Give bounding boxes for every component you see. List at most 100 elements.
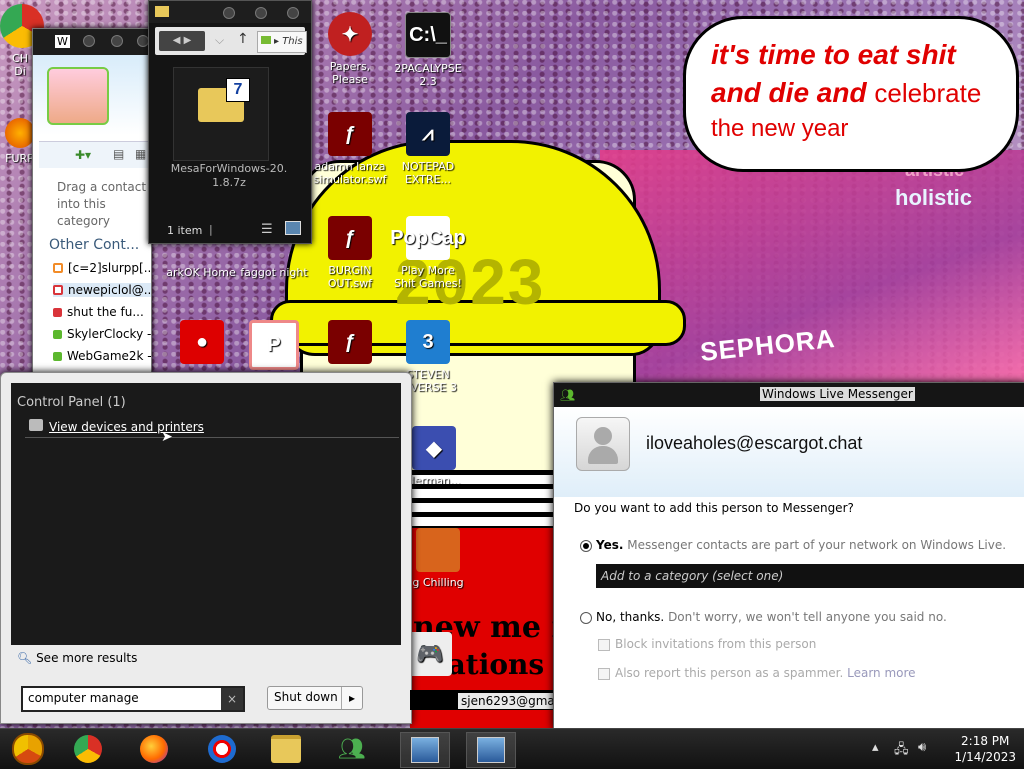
layout-icon[interactable]: ▤ bbox=[113, 147, 124, 161]
taskbar-chrome[interactable] bbox=[64, 732, 112, 766]
menu-icon[interactable]: ▦ bbox=[135, 147, 146, 161]
list-item[interactable]: WebGame2k - bbox=[53, 349, 151, 363]
desktop-icon-2pacalypse[interactable]: C:\_ 2PACALYPSE 2.3 bbox=[390, 12, 466, 88]
report-checkbox[interactable] bbox=[598, 668, 610, 680]
file-item[interactable]: 7 bbox=[173, 67, 269, 161]
desktop-icon-p[interactable]: P bbox=[236, 320, 312, 374]
large-icons-view-icon[interactable] bbox=[285, 221, 301, 235]
chrome-canary-icon bbox=[12, 733, 44, 765]
chrome-icon bbox=[74, 735, 102, 763]
no-radio[interactable] bbox=[580, 612, 592, 624]
desktop-icon-label: Play More Shit Games! bbox=[394, 264, 462, 290]
list-item[interactable]: SkylerClocky - bbox=[53, 327, 151, 341]
up-arrow-icon[interactable]: ↑ bbox=[237, 31, 249, 47]
window-titlebar[interactable]: W bbox=[33, 29, 151, 55]
bubble-line-3: the new year bbox=[711, 115, 849, 142]
address-bar[interactable]: ▸ This bbox=[257, 31, 307, 53]
search-query: computer manage bbox=[28, 691, 139, 705]
contact-name: shut the fu... bbox=[67, 305, 144, 319]
yes-radio[interactable] bbox=[580, 540, 592, 552]
contact-toolbar: ✚▾ ▤ ▦ bbox=[39, 141, 149, 168]
minimize-button[interactable] bbox=[83, 35, 95, 47]
taskbar-firefox[interactable] bbox=[130, 732, 178, 766]
back-forward-buttons[interactable]: ◀ ▶ bbox=[159, 31, 205, 51]
result-label: View devices and printers bbox=[49, 420, 204, 434]
desktop-icon-label: FURR bbox=[5, 152, 35, 165]
explorer-window: ◀ ▶ ⌵ ↑ ▸ This 7 MesaForWindows-20.1.8.7… bbox=[148, 0, 312, 244]
window-titlebar[interactable] bbox=[149, 1, 311, 23]
desktop-icon-notepad-extreme[interactable]: ⩘ NOTEPAD EXTRE... bbox=[390, 112, 466, 186]
list-item[interactable]: newepiclol@... bbox=[53, 283, 152, 297]
maximize-button[interactable] bbox=[255, 7, 267, 19]
taskbar-installer-1[interactable] bbox=[400, 732, 450, 768]
folder-icon bbox=[155, 6, 169, 17]
see-more-results-link[interactable]: 🔍︎ See more results bbox=[17, 651, 137, 665]
file-name: MesaForWindows-20.1.8.7z bbox=[170, 162, 288, 189]
desktop-icon-label: BURGIN OUT.swf bbox=[327, 264, 373, 290]
no-option-label[interactable]: No, thanks. Don't worry, we won't tell a… bbox=[596, 610, 947, 624]
flash-icon: ƒ bbox=[328, 112, 372, 156]
contact-address: iloveaholes@escargot.chat bbox=[646, 433, 863, 453]
app-icon bbox=[416, 528, 460, 572]
status-icon bbox=[53, 308, 62, 317]
category-select[interactable]: Add to a category (select one) bbox=[596, 564, 1024, 588]
bubble-line-2b: celebrate bbox=[874, 78, 982, 108]
block-checkbox[interactable] bbox=[598, 639, 610, 651]
taskbar-chrome-canary[interactable] bbox=[4, 732, 52, 766]
shutdown-options-arrow[interactable]: ▸ bbox=[341, 687, 362, 709]
desktop-icon-label: 2PACALYPSE 2.3 bbox=[394, 62, 462, 88]
report-label: Also report this person as a spammer. Le… bbox=[615, 666, 916, 680]
desktop-icon-papers-please[interactable]: ✦ Papers, Please bbox=[312, 12, 388, 86]
messenger-contact-list-window: W ✚▾ ▤ ▦ Drag a contact into this catego… bbox=[32, 28, 152, 375]
maximize-button[interactable] bbox=[111, 35, 123, 47]
bubble-line-1: it's time to eat shit bbox=[711, 39, 956, 70]
show-hidden-icons-button[interactable]: ▴ bbox=[872, 740, 879, 755]
window-title: Windows Live Messenger bbox=[760, 387, 915, 401]
network-icon[interactable]: 🖧︎ bbox=[894, 740, 909, 762]
desktop-icon-adamn-lanza[interactable]: ƒ adamn lanza simulator.swf bbox=[312, 112, 388, 186]
add-contact-icon[interactable]: ✚▾ bbox=[75, 148, 91, 162]
location-icon bbox=[261, 36, 271, 44]
desktop-icon-burgin-out[interactable]: ƒ BURGIN OUT.swf bbox=[312, 216, 388, 290]
minimize-button[interactable] bbox=[223, 7, 235, 19]
cmd-icon: C:\_ bbox=[405, 12, 451, 58]
desktop-icon-label: Papers, Please bbox=[329, 60, 371, 86]
clock-date: 1/14/2023 bbox=[954, 750, 1016, 764]
contact-avatar bbox=[576, 417, 630, 471]
contact-name: newepiclol@... bbox=[68, 283, 152, 297]
desktop-icon-label: adamn lanza simulator.swf bbox=[313, 160, 387, 186]
start-menu-search: Control Panel (1) View devices and print… bbox=[0, 372, 412, 724]
taskbar-file-explorer[interactable] bbox=[262, 732, 310, 766]
clear-search-button[interactable]: × bbox=[221, 688, 243, 710]
status-text: 1 item bbox=[167, 224, 203, 237]
breadcrumb: This bbox=[282, 36, 303, 47]
search-input[interactable]: computer manage × bbox=[21, 686, 245, 712]
search-result-item[interactable]: View devices and printers bbox=[25, 419, 399, 438]
taskbar-messenger[interactable]: 👥︎ bbox=[328, 732, 376, 766]
result-group-header: Control Panel (1) bbox=[17, 395, 126, 410]
list-item[interactable]: [c=2]slurpp[... bbox=[53, 261, 151, 275]
learn-more-link[interactable]: Learn more bbox=[847, 666, 915, 680]
taskbar-installer-2[interactable] bbox=[466, 732, 516, 768]
opera-icon bbox=[208, 735, 236, 763]
avatar[interactable] bbox=[47, 67, 109, 125]
shutdown-button[interactable]: Shut down ▸ bbox=[267, 686, 363, 710]
system-clock[interactable]: 2:18 PM 1/14/2023 bbox=[954, 733, 1016, 765]
desktop-icon-flash-3[interactable]: ƒ bbox=[312, 320, 388, 368]
yes-option-label[interactable]: Yes. Messenger contacts are part of your… bbox=[596, 538, 1006, 552]
email-tag: sjen6293@gmai bbox=[458, 693, 562, 709]
desktop-icon-label: derman... bbox=[407, 474, 461, 487]
details-view-icon[interactable]: ☰ bbox=[261, 222, 273, 237]
desktop-icon-red-creature[interactable]: ● bbox=[172, 320, 232, 368]
status-icon bbox=[53, 330, 62, 339]
desktop-icon-play-more[interactable]: PopCap Play More Shit Games! bbox=[390, 216, 466, 290]
flash-icon: ƒ bbox=[328, 320, 372, 364]
list-item[interactable]: shut the fu... bbox=[53, 305, 151, 319]
volume-icon[interactable]: 🔊︎ bbox=[918, 740, 926, 755]
window-titlebar[interactable]: 👥︎ Windows Live Messenger bbox=[554, 383, 1024, 407]
chevron-down-icon[interactable]: ⌵ bbox=[215, 33, 224, 48]
add-question: Do you want to add this person to Messen… bbox=[574, 501, 854, 515]
close-button[interactable] bbox=[287, 7, 299, 19]
taskbar-opera[interactable] bbox=[198, 732, 246, 766]
category-header[interactable]: Other Cont... bbox=[49, 237, 139, 253]
